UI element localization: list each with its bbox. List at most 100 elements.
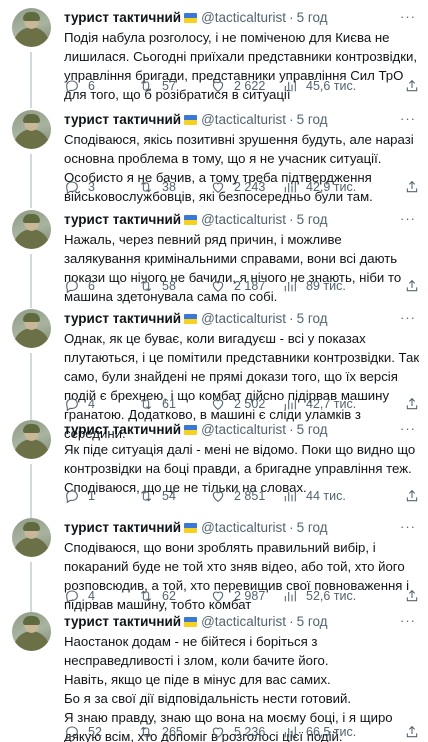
thread-line — [30, 52, 32, 108]
like-button[interactable]: 2 622 — [210, 76, 265, 96]
more-options-icon[interactable]: ··· — [400, 9, 416, 25]
avatar[interactable] — [12, 210, 51, 249]
views-button[interactable]: 89 тис. — [282, 276, 346, 296]
author-handle[interactable]: @tacticalturist — [201, 112, 286, 127]
retweet-count: 265 — [162, 725, 183, 739]
views-button[interactable]: 45,6 тис. — [282, 76, 356, 96]
reply-count: 4 — [88, 397, 95, 411]
views-button[interactable]: 52,6 тис. — [282, 586, 356, 606]
more-options-icon[interactable]: ··· — [400, 111, 416, 127]
retweet-button[interactable]: 62 — [138, 586, 176, 606]
more-options-icon[interactable]: ··· — [400, 310, 416, 326]
retweet-count: 38 — [162, 180, 176, 194]
more-options-icon[interactable]: ··· — [400, 519, 416, 535]
tweet-header: турист тактичний @tacticalturist · 5 год — [64, 211, 328, 229]
share-icon — [406, 279, 418, 292]
ukraine-flag-icon — [184, 617, 198, 627]
like-button[interactable]: 5 236 — [210, 722, 265, 742]
share-button[interactable] — [404, 276, 420, 296]
share-icon — [406, 397, 418, 410]
heart-icon — [212, 399, 224, 410]
avatar[interactable] — [12, 612, 51, 651]
retweet-button[interactable]: 57 — [138, 76, 176, 96]
author-handle[interactable]: @tacticalturist — [201, 212, 286, 227]
reply-icon — [66, 398, 78, 412]
tweet-time[interactable]: 5 год — [297, 10, 328, 25]
views-icon — [284, 590, 296, 602]
share-button[interactable] — [404, 394, 420, 414]
author-name[interactable]: турист тактичний — [64, 311, 181, 326]
like-button[interactable]: 2 187 — [210, 276, 265, 296]
author-handle[interactable]: @tacticalturist — [201, 520, 286, 535]
like-count: 2 187 — [234, 279, 266, 293]
tweet-time[interactable]: 5 год — [297, 614, 328, 629]
share-button[interactable] — [404, 722, 420, 742]
author-name[interactable]: турист тактичний — [64, 422, 181, 437]
author-handle[interactable]: @tacticalturist — [201, 422, 286, 437]
tweet-time[interactable]: 5 год — [297, 520, 328, 535]
views-button[interactable]: 42,9 тис. — [282, 177, 356, 197]
reply-button[interactable]: 6 — [64, 276, 95, 296]
tweet-actions: 4 61 2 502 42,7 тис. — [64, 394, 420, 414]
avatar[interactable] — [12, 420, 51, 459]
author-name[interactable]: турист тактичний — [64, 112, 181, 127]
share-button[interactable] — [404, 177, 420, 197]
share-icon — [406, 725, 418, 738]
like-button[interactable]: 2 243 — [210, 177, 265, 197]
tweet-header: турист тактичний @tacticalturist · 5 год — [64, 421, 328, 439]
author-name[interactable]: турист тактичний — [64, 10, 181, 25]
share-button[interactable] — [404, 486, 420, 506]
retweet-button[interactable]: 54 — [138, 486, 176, 506]
author-handle[interactable]: @tacticalturist — [201, 311, 286, 326]
views-button[interactable]: 44 тис. — [282, 486, 346, 506]
heart-icon — [212, 591, 224, 602]
avatar[interactable] — [12, 110, 51, 149]
thread-line — [30, 353, 32, 425]
views-button[interactable]: 66,5 тис. — [282, 722, 356, 742]
avatar[interactable] — [12, 309, 51, 348]
heart-icon — [212, 182, 224, 193]
avatar[interactable] — [12, 8, 51, 47]
author-handle[interactable]: @tacticalturist — [201, 10, 286, 25]
author-handle[interactable]: @tacticalturist — [201, 614, 286, 629]
reply-button[interactable]: 52 — [64, 722, 102, 742]
like-count: 2 502 — [234, 397, 266, 411]
views-icon — [284, 80, 296, 92]
views-count: 89 тис. — [306, 279, 346, 293]
retweet-button[interactable]: 265 — [138, 722, 183, 742]
like-button[interactable]: 2 502 — [210, 394, 265, 414]
retweet-button[interactable]: 58 — [138, 276, 176, 296]
tweet-time[interactable]: 5 год — [297, 212, 328, 227]
more-options-icon[interactable]: ··· — [400, 211, 416, 227]
reply-button[interactable]: 4 — [64, 394, 95, 414]
more-options-icon[interactable]: ··· — [400, 613, 416, 629]
share-icon — [406, 589, 418, 602]
ukraine-flag-icon — [184, 215, 198, 225]
tweet-actions: 6 57 2 622 45,6 тис. — [64, 76, 420, 96]
like-button[interactable]: 2 987 — [210, 586, 265, 606]
share-button[interactable] — [404, 586, 420, 606]
retweet-button[interactable]: 61 — [138, 394, 176, 414]
tweet-time[interactable]: 5 год — [297, 112, 328, 127]
ukraine-flag-icon — [184, 13, 198, 23]
more-options-icon[interactable]: ··· — [400, 421, 416, 437]
views-button[interactable]: 42,7 тис. — [282, 394, 356, 414]
views-count: 42,9 тис. — [306, 180, 357, 194]
reply-button[interactable]: 4 — [64, 586, 95, 606]
author-name[interactable]: турист тактичний — [64, 212, 181, 227]
tweet-time[interactable]: 5 год — [297, 311, 328, 326]
reply-button[interactable]: 6 — [64, 76, 95, 96]
reply-button[interactable]: 3 — [64, 177, 95, 197]
avatar[interactable] — [12, 518, 51, 557]
tweet-time[interactable]: 5 год — [297, 422, 328, 437]
author-name[interactable]: турист тактичний — [64, 520, 181, 535]
reply-icon — [66, 280, 78, 294]
share-button[interactable] — [404, 76, 420, 96]
like-button[interactable]: 2 851 — [210, 486, 265, 506]
reply-icon — [66, 80, 78, 94]
retweet-button[interactable]: 38 — [138, 177, 176, 197]
retweet-icon — [140, 490, 152, 502]
reply-button[interactable]: 1 — [64, 486, 95, 506]
reply-icon — [66, 490, 78, 504]
author-name[interactable]: турист тактичний — [64, 614, 181, 629]
